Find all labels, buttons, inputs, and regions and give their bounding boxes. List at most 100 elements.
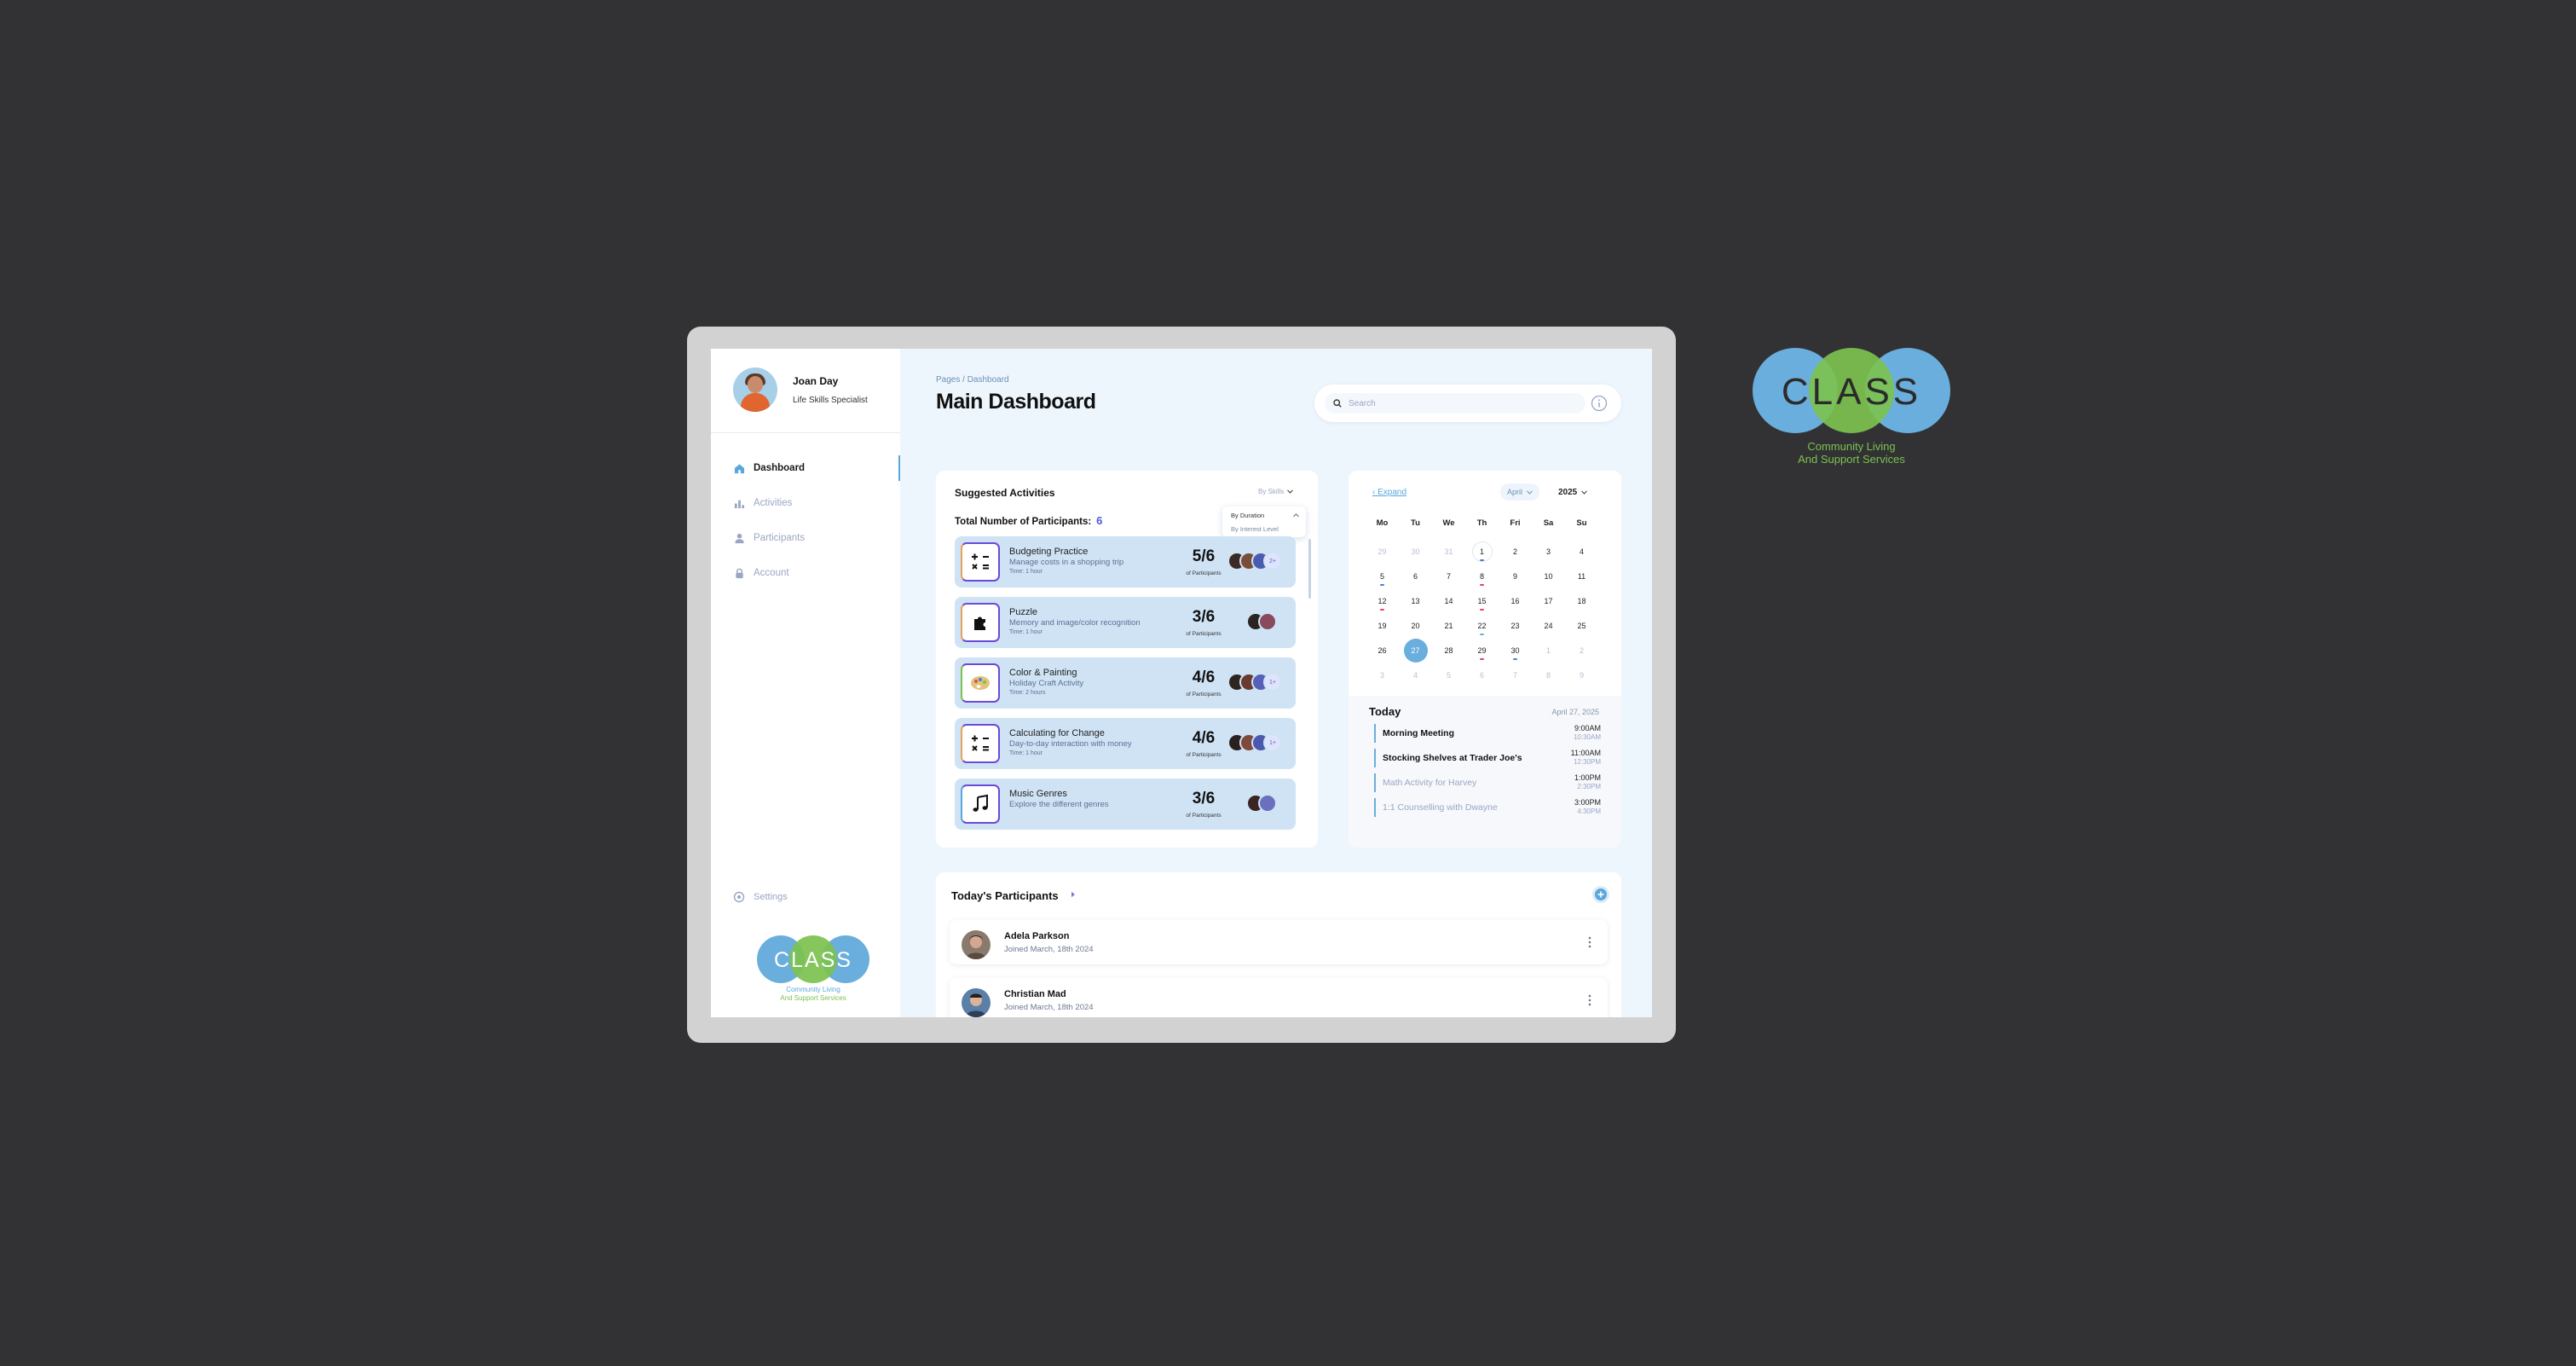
calendar-day[interactable]: 22 (1465, 614, 1499, 639)
calendar-day-number: 29 (1477, 646, 1487, 655)
calendar-day-selected[interactable]: 27 (1399, 639, 1432, 663)
event-indicator-dot (1480, 658, 1484, 660)
activity-list: Budgeting Practice Manage costs in a sho… (955, 536, 1296, 839)
calendar-day[interactable]: 31 (1432, 540, 1465, 564)
activity-list-scrollbar[interactable] (1308, 539, 1311, 599)
calendar-day[interactable]: 24 (1532, 614, 1565, 639)
calendar-day-number: 10 (1544, 572, 1553, 581)
activity-participant-count: 3/6 (1192, 608, 1216, 626)
todays-participants-card: Today's Participants Adela Parkson Joine… (936, 872, 1621, 1017)
dropdown-option-duration[interactable]: By Duration (1231, 512, 1264, 519)
calendar-day[interactable]: 11 (1565, 564, 1598, 589)
info-icon[interactable] (1591, 395, 1608, 412)
calendar-day-number: 28 (1444, 646, 1453, 655)
month-selector[interactable]: April (1500, 483, 1540, 501)
page-title: Main Dashboard (936, 390, 1096, 414)
filter-dropdown[interactable]: By Skills (1258, 488, 1294, 495)
event-indicator-dot (1380, 609, 1384, 611)
search-input[interactable] (1347, 397, 1580, 409)
search-box[interactable] (1325, 393, 1585, 414)
today-date: April 27, 2025 (1551, 708, 1599, 716)
calendar-day[interactable]: 5 (1366, 564, 1399, 589)
event-start-time: 1:00PM (1574, 773, 1601, 782)
activity-row[interactable]: Music Genres Explore the different genre… (955, 779, 1296, 830)
logo-wordmark: CLASS (774, 948, 852, 972)
calendar-day[interactable]: 6 (1465, 663, 1499, 688)
calendar-day-number: 4 (1412, 671, 1418, 680)
activity-name: Color & Painting (1009, 668, 1077, 678)
activity-row[interactable]: Puzzle Memory and image/color recognitio… (955, 597, 1296, 648)
activity-description: Holiday Craft Activity (1009, 679, 1084, 688)
calendar-day[interactable]: 1 (1465, 540, 1499, 564)
participant-joined-date: Joined March, 18th 2024 (1004, 945, 1094, 954)
year-selector[interactable]: 2025 (1558, 483, 1588, 501)
expand-calendar-link[interactable]: ‹ Expand (1372, 488, 1406, 497)
sidebar-item-participants[interactable]: Participants (733, 530, 900, 547)
calendar-day[interactable]: 21 (1432, 614, 1465, 639)
calendar-day-number: 8 (1545, 671, 1551, 680)
calendar-day[interactable]: 7 (1499, 663, 1532, 688)
calendar-day[interactable]: 14 (1432, 589, 1465, 614)
calendar-day[interactable]: 18 (1565, 589, 1598, 614)
settings-link[interactable]: Settings (733, 891, 788, 903)
calendar-day[interactable]: 8 (1465, 564, 1499, 589)
schedule-event[interactable]: Math Activity for Harvey 1:00PM 2:30PM (1374, 773, 1601, 792)
user-profile[interactable]: Joan Day Life Skills Specialist (733, 368, 868, 412)
more-options-icon[interactable] (1585, 932, 1594, 952)
calendar-day[interactable]: 28 (1432, 639, 1465, 663)
activity-row[interactable]: Budgeting Practice Manage costs in a sho… (955, 536, 1296, 587)
calendar-day[interactable]: 7 (1432, 564, 1465, 589)
calendar-day[interactable]: 12 (1366, 589, 1399, 614)
calendar-day[interactable]: 3 (1366, 663, 1399, 688)
calendar-day[interactable]: 4 (1565, 540, 1598, 564)
calendar-day[interactable]: 17 (1532, 589, 1565, 614)
participant-row[interactable]: Adela Parkson Joined March, 18th 2024 (950, 920, 1608, 964)
calendar-day[interactable]: 9 (1565, 663, 1598, 688)
home-icon (733, 462, 745, 474)
event-end-time: 12:30PM (1573, 758, 1601, 766)
calendar-day[interactable]: 16 (1499, 589, 1532, 614)
calendar-day[interactable]: 30 (1499, 639, 1532, 663)
calendar-day[interactable]: 19 (1366, 614, 1399, 639)
calendar-day[interactable]: 4 (1399, 663, 1432, 688)
calendar-day[interactable]: 10 (1532, 564, 1565, 589)
calendar-day[interactable]: 1 (1532, 639, 1565, 663)
activity-description: Day-to-day interaction with money (1009, 739, 1132, 749)
calendar-day[interactable]: 26 (1366, 639, 1399, 663)
add-participant-button[interactable] (1592, 886, 1609, 903)
calendar-day[interactable]: 2 (1565, 639, 1598, 663)
calendar-day[interactable]: 6 (1399, 564, 1432, 589)
schedule-event[interactable]: Stocking Shelves at Trader Joe's 11:00AM… (1374, 749, 1601, 767)
person-icon (733, 532, 745, 544)
schedule-event[interactable]: Morning Meeting 9:00AM 10:30AM (1374, 724, 1601, 743)
calendar-day[interactable]: 8 (1532, 663, 1565, 688)
sidebar-item-account[interactable]: Account (733, 564, 900, 582)
calendar-day[interactable]: 15 (1465, 589, 1499, 614)
dropdown-option-interest[interactable]: By Interest Level (1231, 525, 1279, 533)
more-options-icon[interactable] (1585, 990, 1594, 1010)
class-logo-small: CLASS Community Living And Support Servi… (754, 932, 873, 1013)
activity-row[interactable]: Color & Painting Holiday Craft Activity … (955, 657, 1296, 709)
sidebar-item-dashboard[interactable]: Dashboard (733, 455, 900, 481)
event-end-time: 2:30PM (1577, 783, 1601, 790)
calendar-day[interactable]: 2 (1499, 540, 1532, 564)
calendar-day[interactable]: 13 (1399, 589, 1432, 614)
calendar-day[interactable]: 3 (1532, 540, 1565, 564)
event-indicator-dot (1380, 584, 1384, 586)
schedule-event[interactable]: 1:1 Counselling with Dwayne 3:00PM 4:30P… (1374, 798, 1601, 817)
calendar-day[interactable]: 5 (1432, 663, 1465, 688)
class-logo-large: CLASS Community Living And Support Servi… (1751, 346, 1955, 477)
sidebar-item-activities[interactable]: Activities (733, 495, 900, 512)
activity-participant-count: 3/6 (1192, 790, 1216, 807)
breadcrumb[interactable]: Pages / Dashboard (936, 375, 1009, 385)
activity-row[interactable]: Calculating for Change Day-to-day intera… (955, 718, 1296, 769)
calendar-day[interactable]: 29 (1366, 540, 1399, 564)
chevron-right-icon[interactable] (1071, 891, 1076, 900)
participant-row[interactable]: Christian Mad Joined March, 18th 2024 (950, 978, 1608, 1017)
calendar-day[interactable]: 30 (1399, 540, 1432, 564)
calendar-day[interactable]: 9 (1499, 564, 1532, 589)
calendar-day[interactable]: 20 (1399, 614, 1432, 639)
calendar-day[interactable]: 29 (1465, 639, 1499, 663)
calendar-day[interactable]: 23 (1499, 614, 1532, 639)
calendar-day[interactable]: 25 (1565, 614, 1598, 639)
